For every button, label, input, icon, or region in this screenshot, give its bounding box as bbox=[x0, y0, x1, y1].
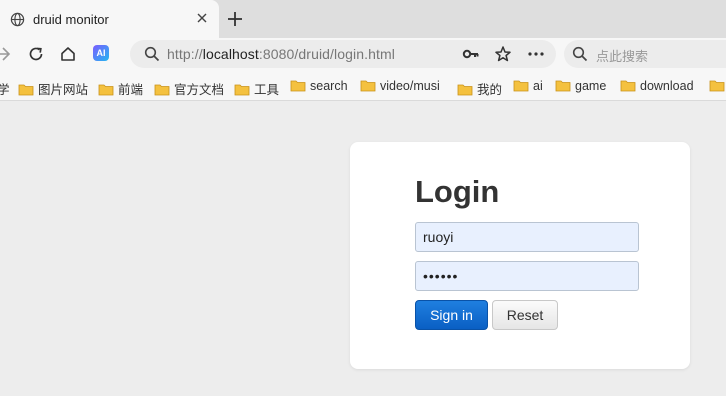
close-tab-icon[interactable] bbox=[195, 11, 209, 25]
tab-druid-monitor[interactable]: druid monitor bbox=[0, 0, 219, 38]
bookmark-folder[interactable]: search bbox=[290, 79, 348, 95]
bookmark-folder[interactable]: 我的 bbox=[457, 79, 502, 97]
globe-icon bbox=[10, 12, 25, 27]
star-bookmark-icon[interactable] bbox=[494, 45, 512, 63]
sign-in-button[interactable]: Sign in bbox=[415, 300, 488, 330]
bookmark-folder[interactable]: 官方文档 bbox=[154, 79, 224, 97]
password-field[interactable] bbox=[415, 261, 639, 291]
search-box[interactable]: 点此搜索 bbox=[564, 40, 726, 68]
folder-icon bbox=[98, 84, 114, 96]
bookmark-folder[interactable]: video/musi bbox=[360, 79, 440, 95]
folder-icon bbox=[513, 80, 529, 92]
search-icon bbox=[144, 46, 160, 62]
folder-icon bbox=[457, 84, 473, 96]
folder-icon bbox=[154, 84, 170, 96]
username-field[interactable] bbox=[415, 222, 639, 252]
bookmark-folder[interactable]: download bbox=[620, 79, 694, 95]
search-icon bbox=[572, 46, 588, 62]
folder-icon bbox=[360, 80, 376, 92]
folder-icon bbox=[234, 84, 250, 96]
new-tab-plus-icon[interactable] bbox=[226, 10, 244, 28]
home-icon[interactable] bbox=[59, 45, 77, 63]
tab-title: druid monitor bbox=[33, 12, 109, 27]
bookmark-item[interactable]: 学 bbox=[0, 79, 10, 97]
reload-icon[interactable] bbox=[27, 45, 45, 63]
url-text: http://localhost:8080/druid/login.html bbox=[167, 46, 395, 62]
folder-icon bbox=[18, 84, 34, 96]
folder-icon bbox=[555, 80, 571, 92]
bookmark-folder[interactable]: 前端 bbox=[98, 79, 143, 97]
bookmark-folder[interactable] bbox=[709, 79, 726, 95]
more-options-icon[interactable] bbox=[527, 46, 545, 62]
login-card: Login Sign in Reset bbox=[350, 142, 690, 369]
folder-icon bbox=[290, 80, 306, 92]
folder-icon bbox=[709, 80, 725, 92]
ai-assistant-icon[interactable]: AI bbox=[93, 45, 109, 61]
folder-icon bbox=[620, 80, 636, 92]
login-heading: Login bbox=[415, 174, 500, 209]
bookmark-folder[interactable]: game bbox=[555, 79, 606, 95]
bookmark-folder[interactable]: ai bbox=[513, 79, 543, 95]
back-arrow-icon[interactable] bbox=[0, 45, 12, 63]
search-placeholder: 点此搜索 bbox=[596, 49, 649, 64]
tab-strip: druid monitor bbox=[0, 0, 726, 38]
bookmark-folder[interactable]: 工具 bbox=[234, 79, 279, 97]
bookmark-folder[interactable]: 图片网站 bbox=[18, 79, 88, 97]
key-icon[interactable] bbox=[462, 46, 480, 62]
bookmarks-bar: 学 图片网站 前端 官方文档 工具 search video/musi 我的 a… bbox=[0, 72, 726, 101]
address-bar[interactable]: http://localhost:8080/druid/login.html bbox=[130, 40, 556, 68]
reset-button[interactable]: Reset bbox=[492, 300, 558, 330]
